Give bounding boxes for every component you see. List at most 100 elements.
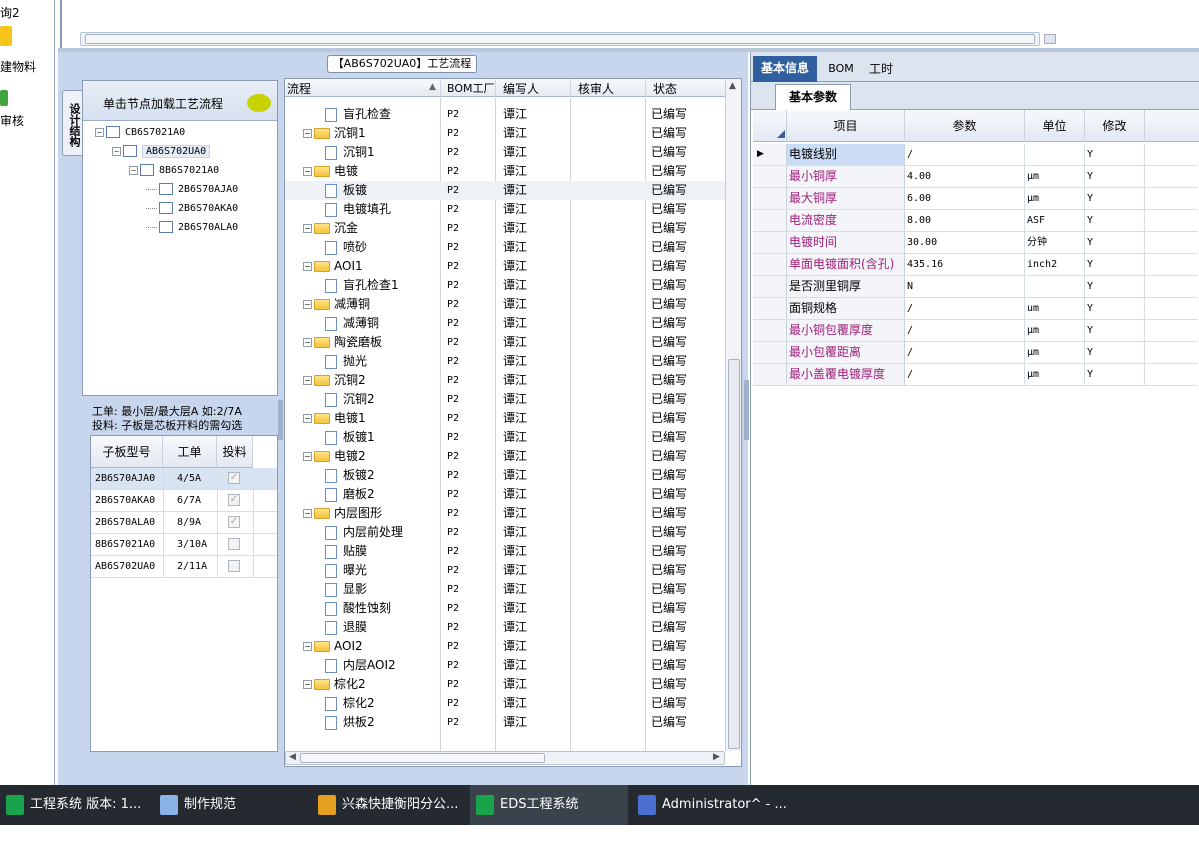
flow-group[interactable]: − 沉铜2 (303, 371, 366, 390)
flow-row[interactable]: 贴膜 P2 谭江 已编写 (285, 542, 725, 561)
flow-group[interactable]: − 棕化2 (303, 675, 366, 694)
col-header-writer[interactable]: 编写人 (503, 80, 539, 97)
flow-step[interactable]: 曝光 (325, 561, 367, 580)
taskbar-item[interactable]: 兴森快捷衡阳分公... (312, 785, 466, 825)
row-selector[interactable] (753, 166, 787, 187)
tree-node[interactable]: 2B6S70AJA0 (146, 180, 238, 199)
param-unit[interactable] (1025, 144, 1085, 165)
param-unit[interactable]: inch2 (1025, 254, 1085, 275)
select-all-corner[interactable] (777, 130, 785, 138)
param-row[interactable]: 最小盖覆电镀厚度 / μm Y (753, 364, 1198, 386)
flow-step[interactable]: 减薄铜 (325, 314, 379, 333)
flow-group[interactable]: − 减薄铜 (303, 295, 370, 314)
row-selector[interactable] (753, 232, 787, 253)
flow-row[interactable]: 盲孔检查 P2 谭江 已编写 (285, 105, 725, 124)
flow-step[interactable]: 板镀1 (325, 428, 375, 447)
param-row[interactable]: 最小包覆距离 / μm Y (753, 342, 1198, 364)
tree-node-label[interactable]: AB6S702UA0 (142, 145, 211, 158)
collapse-icon[interactable]: − (303, 509, 312, 518)
param-unit[interactable]: μm (1025, 342, 1085, 363)
scroll-thumb[interactable] (85, 34, 1035, 44)
flow-group[interactable]: − 电镀1 (303, 409, 366, 428)
scroll-up-arrow[interactable]: ▲ (729, 81, 736, 91)
flow-step[interactable]: 酸性蚀刻 (325, 599, 391, 618)
collapse-icon[interactable]: − (303, 376, 312, 385)
param-value[interactable]: / (905, 144, 1025, 165)
flow-row[interactable]: 板镀2 P2 谭江 已编写 (285, 466, 725, 485)
row-selector[interactable] (753, 276, 787, 297)
row-selector[interactable] (753, 254, 787, 275)
row-selector[interactable] (753, 364, 787, 385)
flow-vertical-scrollbar[interactable]: ▲ (725, 79, 741, 751)
tree-node-label[interactable]: CB6S7021A0 (125, 127, 185, 138)
param-unit[interactable]: 分钟 (1025, 232, 1085, 253)
flow-step[interactable]: 内层AOI2 (325, 656, 396, 675)
param-unit[interactable]: ASF (1025, 210, 1085, 231)
param-unit[interactable]: μm (1025, 166, 1085, 187)
tree-node-label[interactable]: 2B6S70ALA0 (178, 222, 238, 233)
flow-row[interactable]: 喷砂 P2 谭江 已编写 (285, 238, 725, 257)
collapse-icon[interactable]: − (303, 167, 312, 176)
collapse-icon[interactable]: − (303, 680, 312, 689)
param-row[interactable]: 最大铜厚 6.00 μm Y (753, 188, 1198, 210)
tree-node-label[interactable]: 8B6S7021A0 (159, 165, 219, 176)
flow-group[interactable]: − 电镀 (303, 162, 358, 181)
param-edit[interactable]: Y (1085, 232, 1145, 253)
flow-row[interactable]: 烘板2 P2 谭江 已编写 (285, 713, 725, 732)
table-row[interactable]: AB6S702UA0 2/11A (91, 556, 277, 578)
flow-row[interactable]: − 沉铜1 P2 谭江 已编写 (285, 124, 725, 143)
tree-node[interactable]: 2B6S70ALA0 (146, 218, 238, 237)
flow-step[interactable]: 磨板2 (325, 485, 375, 504)
col-header-unit[interactable]: 单位 (1025, 110, 1085, 142)
feed-checkbox[interactable] (228, 560, 240, 572)
col-header-reviewer[interactable]: 核审人 (578, 80, 614, 97)
col-header-status[interactable]: 状态 (653, 80, 677, 97)
table-row[interactable]: 2B6S70AKA0 6/7A ✓ (91, 490, 277, 512)
flow-row[interactable]: − AOI1 P2 谭江 已编写 (285, 257, 725, 276)
param-unit[interactable]: μm (1025, 364, 1085, 385)
flow-step[interactable]: 内层前处理 (325, 523, 403, 542)
taskbar-item[interactable]: Administrator^ - ... (632, 785, 792, 825)
param-value[interactable]: N (905, 276, 1025, 297)
param-edit[interactable]: Y (1085, 210, 1145, 231)
param-value[interactable]: / (905, 342, 1025, 363)
tab-design-structure[interactable]: 设计结构 (62, 90, 82, 156)
table-row[interactable]: 2B6S70ALA0 8/9A ✓ (91, 512, 277, 534)
param-row[interactable]: 最小铜包覆厚度 / μm Y (753, 320, 1198, 342)
col-header-edit[interactable]: 修改 (1085, 110, 1145, 142)
param-row[interactable]: 面铜规格 / um Y (753, 298, 1198, 320)
flow-row[interactable]: − 电镀1 P2 谭江 已编写 (285, 409, 725, 428)
flow-group[interactable]: − AOI1 (303, 257, 363, 276)
vertical-splitter-left[interactable] (278, 400, 283, 440)
flow-row[interactable]: − 陶瓷磨板 P2 谭江 已编写 (285, 333, 725, 352)
col-header-bom-plant[interactable]: BOM工厂 (447, 80, 495, 96)
flow-row[interactable]: − AOI2 P2 谭江 已编写 (285, 637, 725, 656)
param-edit[interactable]: Y (1085, 320, 1145, 341)
flow-step[interactable]: 棕化2 (325, 694, 375, 713)
flow-row[interactable]: 显影 P2 谭江 已编写 (285, 580, 725, 599)
flow-row[interactable]: − 减薄铜 P2 谭江 已编写 (285, 295, 725, 314)
flow-row[interactable]: 沉铜2 P2 谭江 已编写 (285, 390, 725, 409)
flow-step[interactable]: 板镀2 (325, 466, 375, 485)
flow-step[interactable]: 显影 (325, 580, 367, 599)
param-row[interactable]: 电镀时间 30.00 分钟 Y (753, 232, 1198, 254)
tree-node-label[interactable]: 2B6S70AJA0 (178, 184, 238, 195)
flow-row[interactable]: 退膜 P2 谭江 已编写 (285, 618, 725, 637)
col-header-flow[interactable]: 流程 (287, 80, 311, 97)
flow-row[interactable]: − 电镀 P2 谭江 已编写 (285, 162, 725, 181)
flow-group[interactable]: − 陶瓷磨板 (303, 333, 382, 352)
pencil-icon[interactable] (0, 26, 12, 46)
expand-collapse-icon[interactable]: − (95, 127, 104, 137)
flow-row[interactable]: 沉铜1 P2 谭江 已编写 (285, 143, 725, 162)
row-selector[interactable] (753, 298, 787, 319)
feed-checkbox[interactable]: ✓ (228, 516, 240, 528)
flow-group[interactable]: − 沉铜1 (303, 124, 366, 143)
tree-node[interactable]: − 8B6S7021A0 (129, 161, 219, 180)
param-value[interactable]: / (905, 364, 1025, 385)
param-row[interactable]: 是否测里铜厚 N Y (753, 276, 1198, 298)
param-value[interactable]: / (905, 320, 1025, 341)
flow-group[interactable]: − 沉金 (303, 219, 358, 238)
table-row[interactable]: 8B6S7021A0 3/10A (91, 534, 277, 556)
vertical-splitter-right[interactable] (744, 380, 749, 440)
flow-row[interactable]: 磨板2 P2 谭江 已编写 (285, 485, 725, 504)
